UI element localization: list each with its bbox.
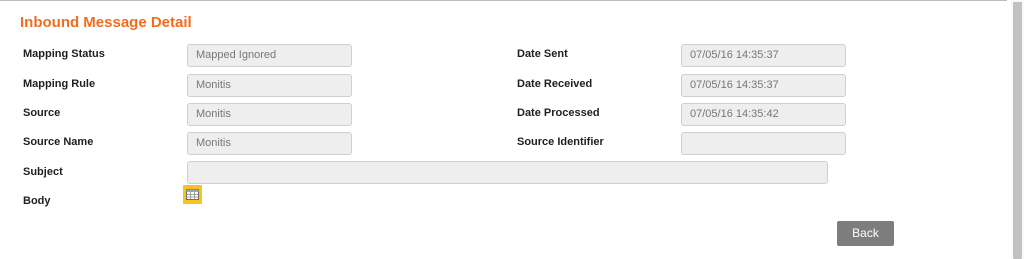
date-processed-label: Date Processed: [517, 107, 600, 119]
source-identifier-label: Source Identifier: [517, 136, 604, 148]
source-field[interactable]: Monitis: [187, 103, 352, 126]
date-received-label: Date Received: [517, 78, 593, 90]
date-processed-field[interactable]: 07/05/16 14:35:42: [681, 103, 846, 126]
date-sent-label: Date Sent: [517, 48, 568, 60]
page-title: Inbound Message Detail: [20, 14, 192, 31]
top-divider: [0, 0, 1007, 1]
mapping-status-label: Mapping Status: [23, 48, 105, 60]
scrollbar-thumb[interactable]: [1013, 2, 1022, 259]
source-identifier-field[interactable]: [681, 132, 846, 155]
source-name-label: Source Name: [23, 136, 94, 148]
table-icon[interactable]: [183, 185, 202, 204]
source-name-field[interactable]: Monitis: [187, 132, 352, 155]
subject-field[interactable]: [187, 161, 828, 184]
date-sent-field[interactable]: 07/05/16 14:35:37: [681, 44, 846, 67]
date-received-field[interactable]: 07/05/16 14:35:37: [681, 74, 846, 97]
mapping-rule-label: Mapping Rule: [23, 78, 96, 90]
mapping-rule-field[interactable]: Monitis: [187, 74, 352, 97]
source-label: Source: [23, 107, 61, 119]
body-label: Body: [23, 195, 51, 207]
subject-label: Subject: [23, 166, 63, 178]
mapping-status-field[interactable]: Mapped Ignored: [187, 44, 352, 67]
back-button[interactable]: Back: [837, 221, 894, 246]
